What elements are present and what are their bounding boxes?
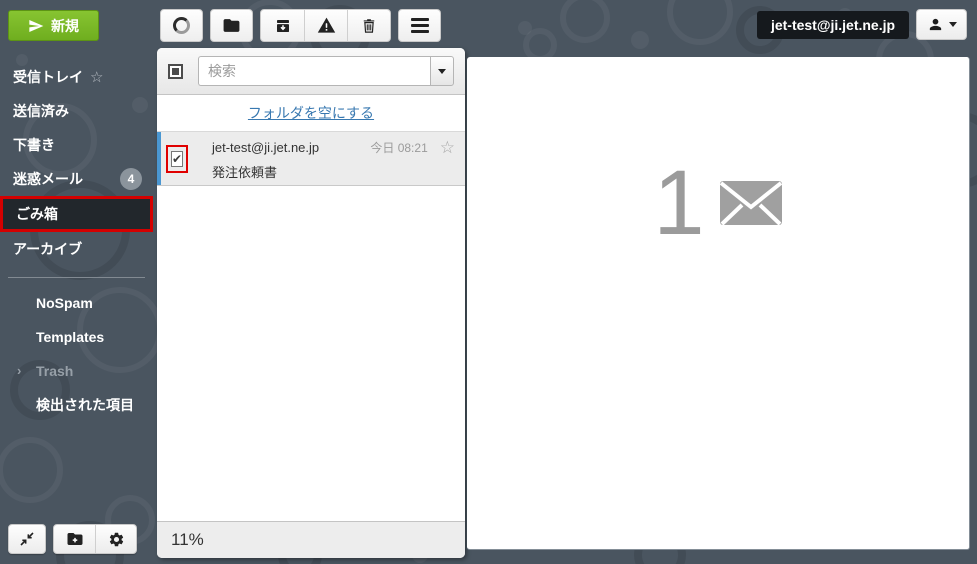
folder-label: ごみ箱 [16, 206, 58, 222]
message-summary: jet-test@ji.jet.ne.jp 今日 08:21 ☆ 発注依頼書 [212, 139, 455, 181]
list-pane-footer: 11% [157, 521, 465, 558]
spam-button[interactable] [304, 10, 347, 41]
sidebar-item-nospam[interactable]: NoSpam [0, 286, 155, 320]
sidebar-item-archive[interactable]: アーカイブ [0, 232, 155, 266]
sidebar-item-sent[interactable]: 送信済み [0, 94, 155, 128]
folder-label: 下書き [13, 137, 55, 153]
folder-label: Trash [36, 363, 73, 379]
sidebar: 新規 受信トレイ ☆ 送信済み 下書き 迷惑メール 4 ごみ箱 アーカイブ NoS… [0, 0, 155, 564]
account-email-display: jet-test@ji.jet.ne.jp [757, 11, 909, 39]
empty-folder-row: フォルダを空にする [157, 95, 465, 132]
move-to-folder-button[interactable] [210, 9, 253, 42]
sidebar-item-detected[interactable]: 検出された項目 [0, 388, 155, 422]
search-input[interactable] [198, 56, 430, 86]
search-options-button[interactable] [430, 56, 454, 86]
sidebar-footer [8, 524, 137, 554]
message-subject: 発注依頼書 [212, 162, 455, 181]
checkbox-annotation-box: ✔ [166, 145, 188, 173]
zoom-level: 11% [171, 530, 204, 550]
chevron-down-icon [438, 69, 446, 74]
folder-label: 受信トレイ [13, 69, 83, 85]
folder-label: 検出された項目 [36, 397, 134, 413]
reading-pane: 1 [467, 57, 970, 550]
spam-warning-icon [317, 16, 336, 35]
unread-stripe [157, 132, 161, 185]
envelope-icon [719, 180, 783, 226]
message-date: 今日 08:21 [370, 139, 427, 156]
message-actions-group [260, 9, 391, 42]
sidebar-divider [8, 277, 145, 278]
message-count-display: 1 [653, 157, 782, 249]
more-actions-button[interactable] [398, 9, 441, 42]
collapse-icon [19, 531, 35, 547]
chevron-down-icon [949, 22, 957, 27]
sidebar-item-trash-custom[interactable]: › Trash [0, 354, 155, 388]
message-list-pane: フォルダを空にする ✔ jet-test@ji.jet.ne.jp 今日 08:… [157, 48, 465, 558]
folder-label: NoSpam [36, 295, 93, 311]
folder-label: アーカイブ [13, 241, 82, 257]
send-icon [28, 18, 44, 34]
new-folder-button[interactable] [54, 525, 95, 553]
folder-icon [222, 16, 241, 35]
folder-label: 送信済み [13, 103, 69, 119]
gear-icon [108, 531, 125, 548]
collapse-sidebar-button[interactable] [8, 524, 46, 554]
message-list-item[interactable]: ✔ jet-test@ji.jet.ne.jp 今日 08:21 ☆ 発注依頼書 [157, 132, 465, 186]
unread-count-badge: 4 [120, 168, 142, 190]
compose-label: 新規 [51, 16, 79, 36]
account-menu-button[interactable] [916, 9, 967, 40]
sidebar-footer-group [53, 524, 137, 554]
archive-icon [274, 17, 292, 35]
empty-folder-link[interactable]: フォルダを空にする [248, 103, 374, 123]
folder-list: 受信トレイ ☆ 送信済み 下書き 迷惑メール 4 ごみ箱 アーカイブ NoSpam… [0, 60, 155, 422]
folder-label: 迷惑メール [13, 171, 83, 187]
compose-button[interactable]: 新規 [8, 10, 99, 41]
sidebar-item-spam[interactable]: 迷惑メール 4 [0, 162, 155, 196]
archive-button[interactable] [261, 10, 304, 41]
select-all-checkbox[interactable] [168, 64, 183, 79]
sidebar-item-drafts[interactable]: 下書き [0, 128, 155, 162]
refresh-icon [173, 17, 190, 34]
message-count: 1 [653, 157, 704, 249]
delete-icon [360, 17, 378, 35]
star-icon[interactable]: ☆ [90, 69, 103, 86]
mail-toolbar [160, 9, 441, 42]
star-icon[interactable]: ☆ [440, 139, 455, 156]
sidebar-item-trash[interactable]: ごみ箱 [0, 196, 153, 232]
menu-icon [411, 18, 429, 33]
message-checkbox[interactable]: ✔ [171, 151, 183, 167]
refresh-button[interactable] [160, 9, 203, 42]
new-folder-icon [66, 530, 84, 548]
chevron-right-icon[interactable]: › [17, 354, 21, 388]
delete-button[interactable] [347, 10, 390, 41]
folder-label: Templates [36, 329, 104, 345]
sidebar-item-templates[interactable]: Templates [0, 320, 155, 354]
sidebar-item-inbox[interactable]: 受信トレイ ☆ [0, 60, 155, 94]
list-pane-header [157, 48, 465, 95]
settings-button[interactable] [95, 525, 136, 553]
person-icon [927, 16, 944, 33]
message-sender: jet-test@ji.jet.ne.jp [212, 140, 370, 155]
